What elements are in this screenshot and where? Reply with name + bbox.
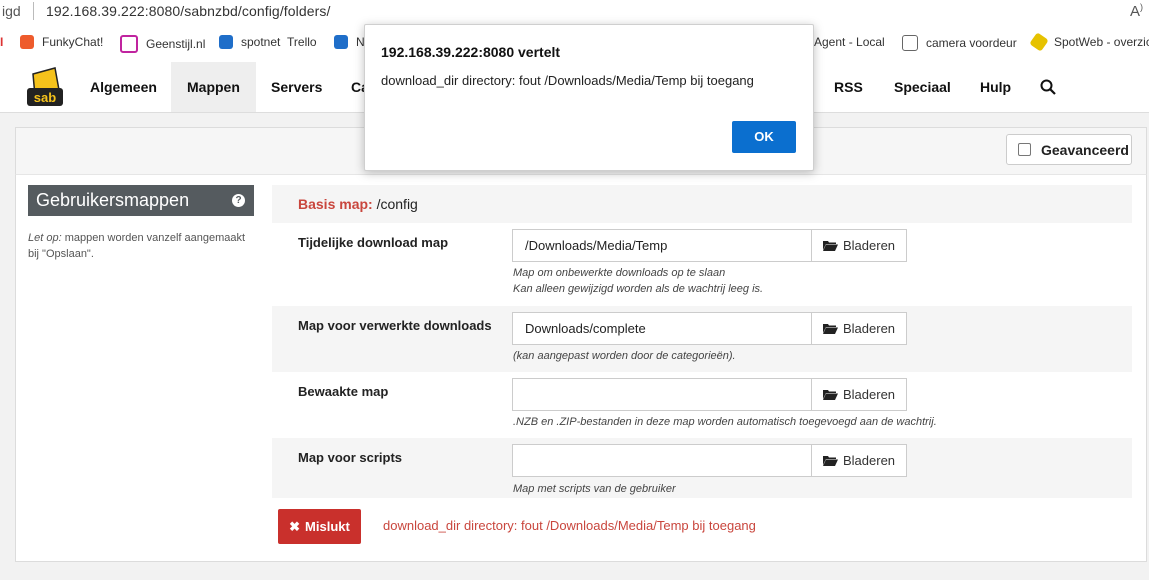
nav-speciaal[interactable]: Speciaal: [878, 62, 967, 112]
help-icon[interactable]: ?: [232, 194, 245, 207]
browse-label: Bladeren: [843, 387, 896, 402]
complete-download-label: Map voor verwerkte downloads: [298, 318, 492, 333]
scripts-folder-browse-button[interactable]: Bladeren: [811, 444, 907, 477]
folder-open-icon: [823, 390, 838, 400]
nav-rss[interactable]: RSS: [818, 62, 879, 112]
alert-dialog: 192.168.39.222:8080 vertelt download_dir…: [364, 24, 814, 171]
funkychat-icon: [20, 35, 34, 49]
nav-mappen[interactable]: Mappen: [171, 62, 256, 112]
svg-text:sab: sab: [34, 90, 56, 105]
section-note: Let op: mappen worden vanzelf aangemaakt…: [28, 230, 248, 262]
temp-download-input[interactable]: /Downloads/Media/Temp: [512, 229, 812, 262]
bookmark-label: spotnet: [241, 35, 281, 49]
document-icon: [902, 35, 918, 51]
bookmark-n[interactable]: N: [334, 35, 365, 49]
temp-download-label: Tijdelijke download map: [298, 235, 449, 250]
failed-label: Mislukt: [305, 519, 350, 534]
watched-folder-input[interactable]: [512, 378, 812, 411]
hint-line: Kan alleen gewijzigd worden als de wacht…: [513, 283, 764, 295]
watched-folder-browse-button[interactable]: Bladeren: [811, 378, 907, 411]
spotweb-icon: [1029, 32, 1049, 52]
advanced-label: Geavanceerd: [1041, 141, 1129, 158]
nav-hulp[interactable]: Hulp: [964, 62, 1027, 112]
watched-folder-hint: .NZB en .ZIP-bestanden in deze map worde…: [513, 416, 937, 428]
geenstijl-icon: [120, 35, 138, 53]
address-bar[interactable]: igd 192.168.39.222:8080/sabnzbd/config/f…: [0, 0, 1149, 24]
folder-open-icon: [823, 456, 838, 466]
bookmark-label: SpotWeb - overzic: [1054, 35, 1149, 49]
folder-open-icon: [823, 241, 838, 251]
bookmark-label: Trello: [287, 35, 317, 49]
q-icon: [334, 35, 348, 49]
complete-download-input[interactable]: Downloads/complete: [512, 312, 812, 345]
folder-open-icon: [823, 324, 838, 334]
bookmark-spotnet-trello[interactable]: spotnet Trello: [219, 35, 317, 49]
watched-folder-label: Bewaakte map: [298, 384, 389, 399]
bookmark-label: Geenstijl.nl: [146, 37, 206, 51]
tab-fragment: igd: [2, 3, 21, 19]
bookmark-partial-icon: I: [0, 35, 4, 49]
sab-logo-icon[interactable]: sab: [25, 66, 65, 108]
bookmark-camera[interactable]: camera voordeur: [902, 35, 1017, 51]
trello-icon: [219, 35, 233, 49]
nav-algemeen[interactable]: Algemeen: [74, 62, 173, 112]
url-text[interactable]: 192.168.39.222:8080/sabnzbd/config/folde…: [46, 3, 331, 19]
dialog-title: 192.168.39.222:8080 vertelt: [381, 44, 561, 60]
reader-mode-icon[interactable]: A): [1130, 2, 1143, 20]
bookmark-agent-local[interactable]: Agent - Local: [814, 35, 885, 49]
scripts-folder-label: Map voor scripts: [298, 450, 403, 465]
dialog-message: download_dir directory: fout /Downloads/…: [381, 73, 754, 88]
bookmark-geenstijl[interactable]: Geenstijl.nl: [120, 35, 205, 53]
nav-servers[interactable]: Servers: [255, 62, 338, 112]
scripts-folder-hint: Map met scripts van de gebruiker: [513, 483, 676, 495]
search-icon[interactable]: [1040, 79, 1056, 95]
advanced-checkbox[interactable]: [1018, 143, 1031, 156]
section-title: Gebruikersmappen: [28, 185, 254, 216]
bookmark-label: FunkyChat!: [42, 35, 104, 49]
browse-label: Bladeren: [843, 321, 896, 336]
bookmark-spotweb[interactable]: SpotWeb - overzic: [1029, 32, 1149, 52]
bookmark-funkychat[interactable]: FunkyChat!: [20, 35, 103, 49]
failed-button[interactable]: ✖ Mislukt: [278, 509, 361, 544]
note-emphasis: Let op:: [28, 232, 62, 244]
complete-download-hint: (kan aangepast worden door de categorieë…: [513, 350, 736, 362]
close-icon: ✖: [289, 518, 301, 534]
bookmark-label: camera voordeur: [926, 36, 1017, 50]
hint-line: Map om onbewerkte downloads op te slaan: [513, 267, 726, 279]
temp-download-hint: Map om onbewerkte downloads op te slaan …: [513, 265, 763, 297]
scripts-folder-input[interactable]: [512, 444, 812, 477]
complete-download-browse-button[interactable]: Bladeren: [811, 312, 907, 345]
base-folder: Basis map: /config: [298, 196, 418, 212]
temp-download-browse-button[interactable]: Bladeren: [811, 229, 907, 262]
base-folder-label: Basis map:: [298, 196, 373, 212]
bookmark-label: Agent - Local: [814, 35, 885, 49]
base-folder-value: /config: [376, 196, 418, 212]
advanced-toggle[interactable]: Geavanceerd: [1006, 134, 1132, 165]
browse-label: Bladeren: [843, 453, 896, 468]
address-separator: [33, 2, 34, 20]
ok-button[interactable]: OK: [732, 121, 796, 153]
browse-label: Bladeren: [843, 238, 896, 253]
error-message: download_dir directory: fout /Downloads/…: [383, 518, 756, 533]
bookmark-partial[interactable]: I: [0, 35, 3, 49]
